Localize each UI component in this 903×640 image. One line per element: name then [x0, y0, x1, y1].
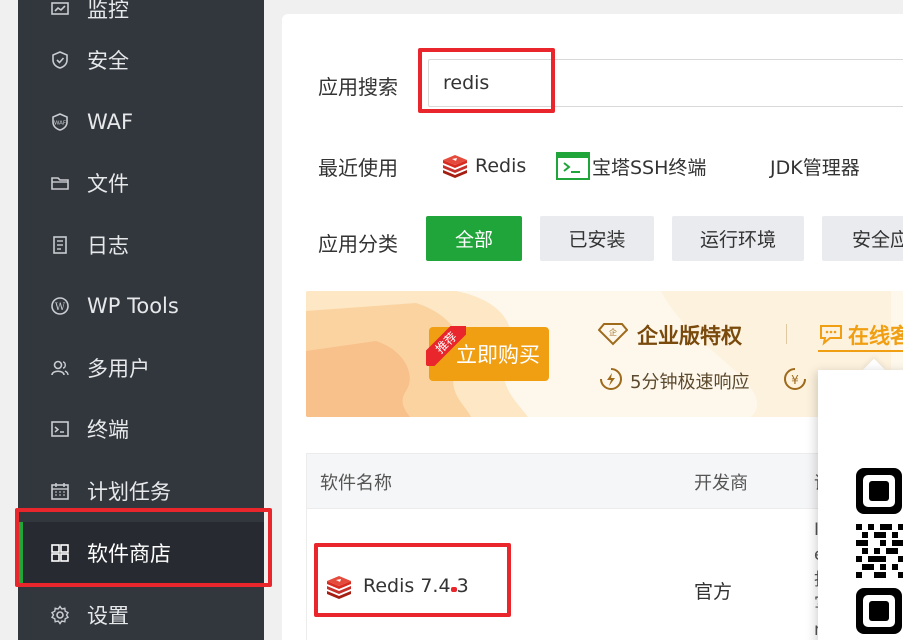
- sidebar-item-label: WAF: [87, 110, 134, 134]
- online-service-link[interactable]: 在线客: [848, 320, 903, 350]
- recent-item-label: Redis: [475, 155, 527, 177]
- sidebar-item-waf[interactable]: WAF WAF: [18, 91, 264, 153]
- enterprise-title: 企业版特权: [637, 324, 742, 348]
- sidebar-item-label: 多用户: [87, 357, 150, 381]
- recent-item-ssh-terminal[interactable]: 宝塔SSH终端: [556, 150, 706, 182]
- sidebar-item-label: 安全: [87, 49, 129, 73]
- chat-icon: [820, 325, 842, 346]
- online-service-underline: [818, 350, 903, 352]
- qr-code-popup: [818, 370, 903, 640]
- svg-text:企: 企: [609, 327, 617, 337]
- monitor-icon: [51, 2, 69, 15]
- lightning-clock-icon: [600, 368, 622, 390]
- category-all-button[interactable]: 全部: [426, 216, 522, 261]
- sidebar-item-label: 日志: [87, 234, 129, 258]
- waf-shield-icon: WAF: [52, 113, 68, 131]
- sidebar-item-label: 终端: [87, 418, 129, 442]
- log-icon: [53, 236, 67, 254]
- table-header-developer: 开发商: [694, 473, 748, 494]
- sidebar-item-multi-user[interactable]: 多用户: [18, 337, 264, 399]
- highlight-box-app-store: [15, 508, 272, 587]
- developer-name: 官方: [694, 581, 733, 603]
- calendar-icon: [51, 483, 69, 500]
- yen-circle-icon: ¥: [784, 368, 806, 390]
- recent-item-jdk-manager[interactable]: JDK管理器: [770, 150, 860, 182]
- recent-item-redis[interactable]: Redis: [441, 150, 526, 182]
- sidebar-item-terminal[interactable]: 终端: [18, 398, 264, 460]
- sidebar-item-label: 设置: [87, 604, 129, 628]
- category-label: 应用分类: [318, 232, 398, 256]
- users-icon: [51, 360, 69, 376]
- ssh-terminal-icon: [556, 152, 590, 180]
- sidebar-item-settings[interactable]: 设置: [18, 584, 264, 640]
- svg-text:WAF: WAF: [54, 121, 66, 127]
- recent-item-label: JDK管理器: [770, 156, 860, 179]
- recent-label: 最近使用: [318, 156, 398, 180]
- redis-icon: [443, 155, 467, 178]
- sidebar-item-files[interactable]: 文件: [18, 152, 264, 214]
- response-text: 5分钟极速响应: [630, 372, 750, 393]
- sidebar-item-label: 文件: [87, 172, 129, 196]
- gear-icon: [50, 605, 70, 625]
- highlight-box-search: [418, 48, 555, 113]
- category-security-button[interactable]: 安全应: [822, 216, 903, 261]
- diamond-icon: 企: [598, 323, 628, 346]
- category-installed-button[interactable]: 已安装: [540, 216, 654, 261]
- banner-divider: [786, 324, 787, 344]
- sidebar-item-security[interactable]: 安全: [18, 29, 264, 91]
- folder-icon: [51, 177, 69, 190]
- qr-code: [856, 468, 903, 634]
- table-header-name: 软件名称: [320, 473, 392, 494]
- sidebar-item-logs[interactable]: 日志: [18, 214, 264, 276]
- sidebar-item-wp-tools[interactable]: W WP Tools: [18, 275, 264, 337]
- sidebar-item-label: 计划任务: [87, 480, 171, 504]
- highlight-box-redis-row: [314, 543, 511, 617]
- terminal-icon: [51, 421, 69, 437]
- svg-text:W: W: [55, 302, 66, 313]
- search-label: 应用搜索: [318, 75, 398, 99]
- sidebar-item-label: WP Tools: [87, 294, 179, 318]
- category-runtime-button[interactable]: 运行环境: [672, 216, 804, 261]
- svg-text:¥: ¥: [791, 373, 799, 387]
- recent-item-label: 宝塔SSH终端: [592, 156, 707, 179]
- shield-icon: [52, 51, 68, 69]
- recommend-tag: 推荐: [426, 326, 466, 366]
- wordpress-icon: W: [51, 297, 69, 315]
- sidebar-item-label: 监控: [87, 0, 129, 22]
- promo-banner: [306, 291, 903, 417]
